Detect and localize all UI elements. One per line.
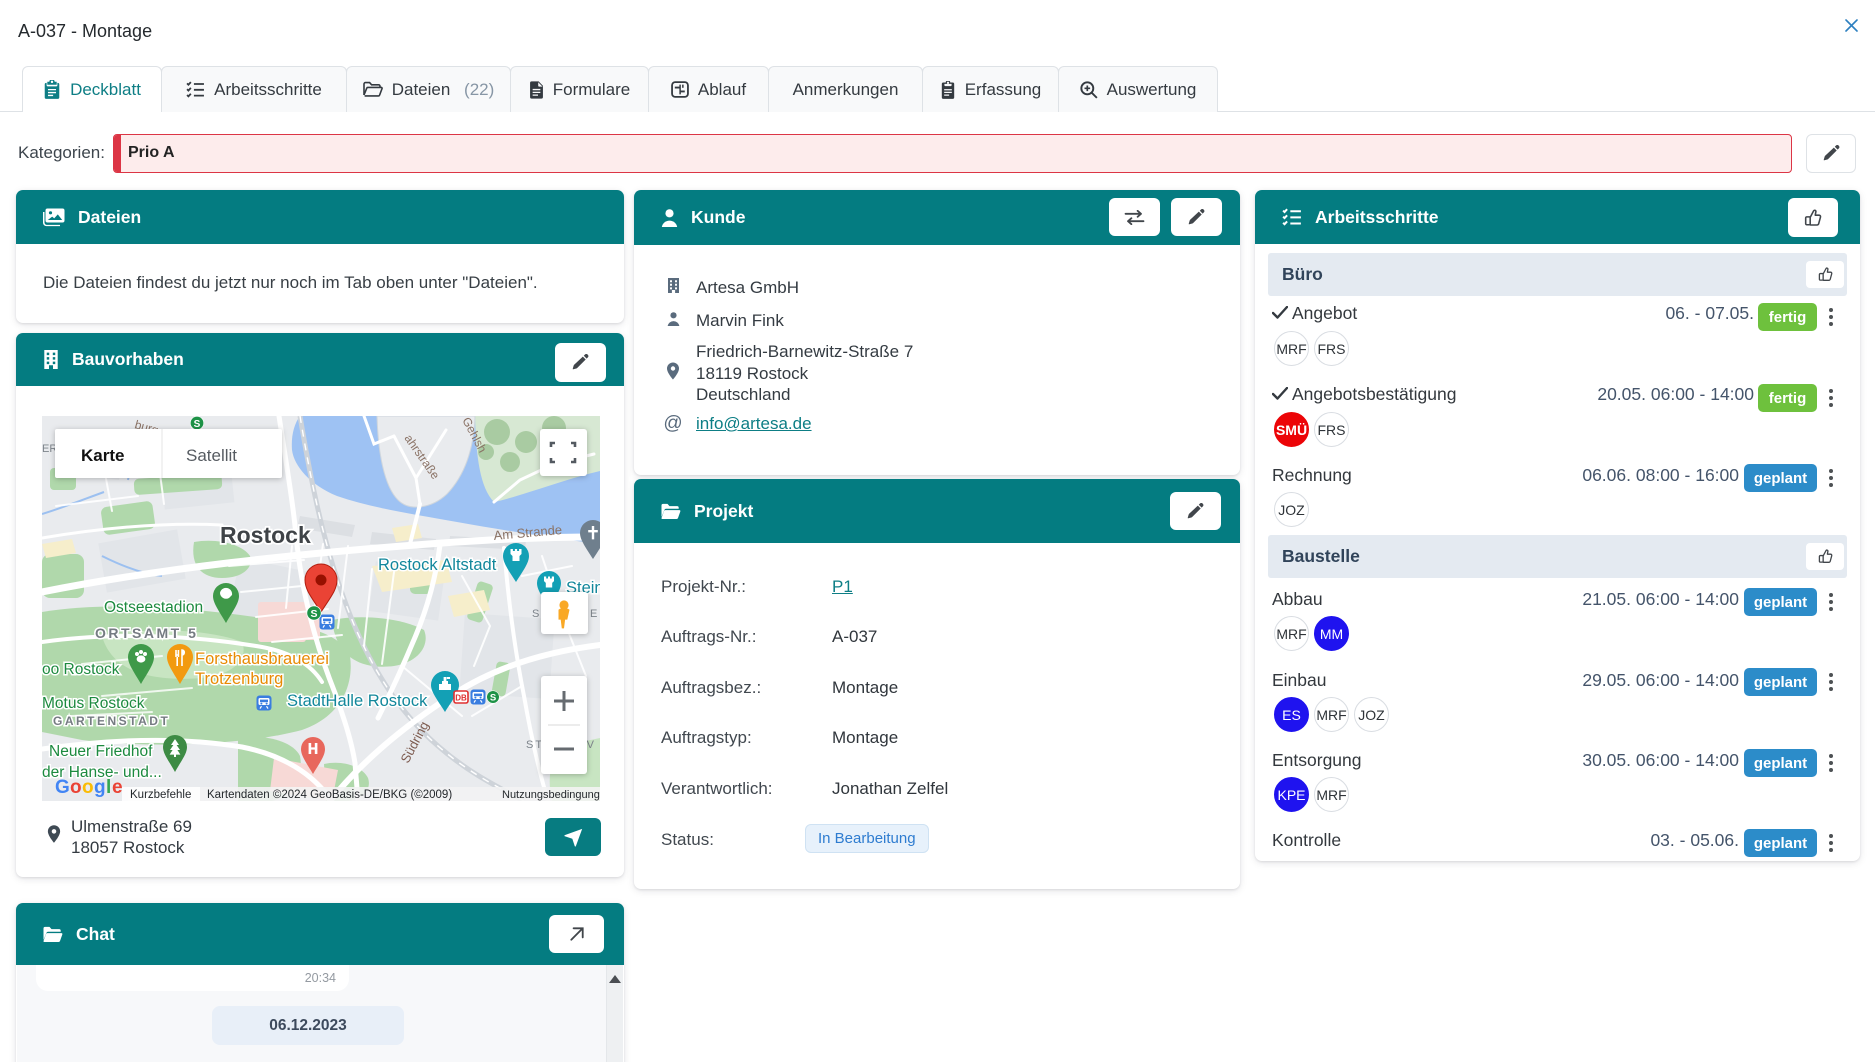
- svg-text:Motus Rostock: Motus Rostock: [42, 695, 145, 712]
- svg-text:o: o: [82, 777, 94, 798]
- svg-text:Forsthausbrauerei: Forsthausbrauerei: [195, 650, 329, 668]
- svg-text:Kurzbefehle: Kurzbefehle: [130, 789, 191, 801]
- svg-text:GARTENSTADT: GARTENSTADT: [53, 714, 170, 728]
- svg-text:Nutzungsbedingungen: Nutzungsbedingungen: [502, 789, 600, 801]
- svg-text:ORTSAMT 5: ORTSAMT 5: [95, 625, 198, 641]
- svg-text:e: e: [112, 777, 123, 798]
- svg-text:Satellit: Satellit: [186, 446, 237, 465]
- svg-text:S: S: [490, 693, 496, 704]
- svg-text:S: S: [310, 608, 317, 620]
- svg-text:StadtHalle Rostock: StadtHalle Rostock: [287, 692, 428, 710]
- svg-text:G: G: [55, 777, 70, 798]
- svg-text:oo Rostock: oo Rostock: [42, 661, 120, 678]
- svg-text:l: l: [106, 777, 111, 798]
- svg-text:Rostock Altstadt: Rostock Altstadt: [378, 556, 497, 574]
- svg-text:Rostock: Rostock: [220, 522, 311, 548]
- svg-text:Trotzenburg: Trotzenburg: [195, 670, 283, 688]
- svg-text:Kartendaten ©2024 GeoBasis-DE/: Kartendaten ©2024 GeoBasis-DE/BKG (©2009…: [207, 789, 452, 801]
- svg-text:DB: DB: [455, 693, 467, 702]
- svg-text:Ostseestadion: Ostseestadion: [104, 599, 203, 616]
- svg-text:E: E: [590, 608, 597, 620]
- svg-text:g: g: [94, 777, 106, 798]
- svg-text:o: o: [70, 777, 82, 798]
- svg-text:Karte: Karte: [81, 446, 124, 465]
- svg-text:S: S: [194, 419, 201, 430]
- svg-text:Neuer Friedhof: Neuer Friedhof: [49, 743, 153, 760]
